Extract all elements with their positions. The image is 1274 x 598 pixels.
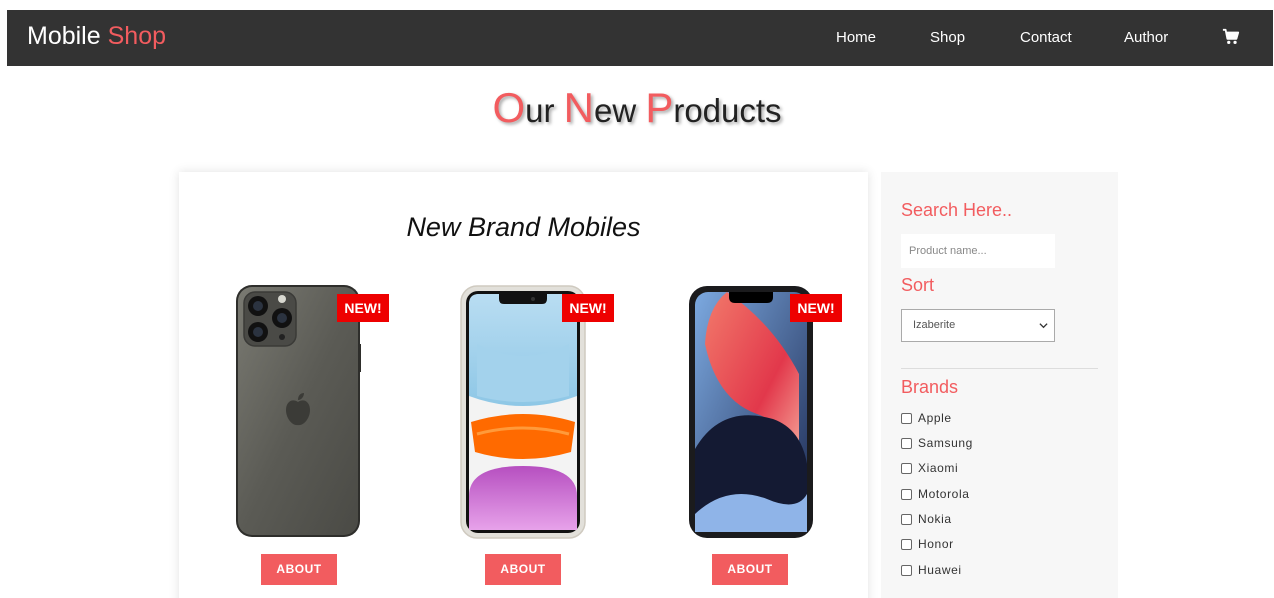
- brand-label: Motorola: [918, 487, 970, 501]
- brand-label: Honor: [918, 537, 954, 551]
- search-input[interactable]: [901, 234, 1055, 268]
- brand-filter-motorola[interactable]: Motorola: [901, 486, 970, 502]
- checkbox[interactable]: [901, 437, 912, 449]
- about-button[interactable]: ABOUT: [712, 554, 788, 585]
- checkbox[interactable]: [901, 488, 912, 500]
- product-card-3: NEW! ABOUT: [687, 284, 842, 589]
- brand-main: Mobile: [27, 22, 101, 50]
- sort-select[interactable]: Izaberite: [901, 309, 1055, 342]
- brand-filter-huawei[interactable]: Huawei: [901, 562, 962, 578]
- checkbox[interactable]: [901, 412, 912, 424]
- brand-label: Samsung: [918, 436, 973, 450]
- checkbox[interactable]: [901, 513, 912, 525]
- sort-heading: Sort: [901, 275, 935, 295]
- page-title: Our New Products: [0, 84, 1274, 132]
- brand-logo[interactable]: Mobile Shop: [27, 22, 166, 51]
- brand-label: Apple: [918, 411, 952, 425]
- nav-link-home[interactable]: Home: [836, 29, 876, 46]
- about-button[interactable]: ABOUT: [261, 554, 337, 585]
- title-initial-p: P: [645, 84, 674, 131]
- sort-selected-value: Izaberite: [913, 319, 956, 331]
- brand-filter-nokia[interactable]: Nokia: [901, 511, 952, 527]
- sidebar-filters: Search Here.. Sort Izaberite Brands Appl…: [881, 172, 1118, 598]
- new-badge: NEW!: [337, 294, 389, 322]
- brand-label: Huawei: [918, 563, 962, 577]
- product-card-2: NEW! ABOUT: [459, 284, 614, 589]
- brand-accent: Shop: [107, 22, 166, 50]
- nav-link-contact[interactable]: Contact: [1020, 29, 1072, 46]
- nav-link-shop[interactable]: Shop: [930, 29, 965, 46]
- title-initial-o: O: [492, 84, 526, 131]
- brand-label: Nokia: [918, 512, 952, 526]
- title-initial-n: N: [563, 84, 594, 131]
- brand-filter-xiaomi[interactable]: Xiaomi: [901, 460, 958, 476]
- new-badge: NEW!: [790, 294, 842, 322]
- navbar: Mobile Shop Home Shop Contact Author: [7, 10, 1273, 66]
- shopping-cart-icon[interactable]: [1222, 28, 1240, 46]
- about-button[interactable]: ABOUT: [485, 554, 561, 585]
- brand-filter-samsung[interactable]: Samsung: [901, 435, 973, 451]
- search-heading: Search Here..: [901, 200, 1013, 220]
- product-image-1: [236, 285, 361, 537]
- chevron-down-icon: [1039, 323, 1048, 329]
- checkbox[interactable]: [901, 564, 912, 576]
- brand-filter-apple[interactable]: Apple: [901, 410, 952, 426]
- nav-link-author[interactable]: Author: [1124, 29, 1168, 46]
- product-image-3: [689, 286, 813, 538]
- title-word-2: ew: [593, 92, 637, 129]
- section-title: New Brand Mobiles: [406, 212, 641, 242]
- products-card: New Brand Mobiles NEW! ABOUT NEW! ABOUT …: [179, 172, 868, 598]
- title-word-3: roducts: [673, 92, 782, 129]
- checkbox[interactable]: [901, 538, 912, 550]
- product-image-2: [460, 285, 586, 539]
- brands-heading: Brands: [901, 377, 959, 397]
- new-badge: NEW!: [562, 294, 614, 322]
- title-word-1: ur: [525, 92, 555, 129]
- checkbox[interactable]: [901, 462, 912, 474]
- brand-filter-honor[interactable]: Honor: [901, 536, 954, 552]
- brand-label: Xiaomi: [918, 461, 959, 475]
- divider: [901, 368, 1098, 369]
- product-card-1: NEW! ABOUT: [234, 284, 389, 589]
